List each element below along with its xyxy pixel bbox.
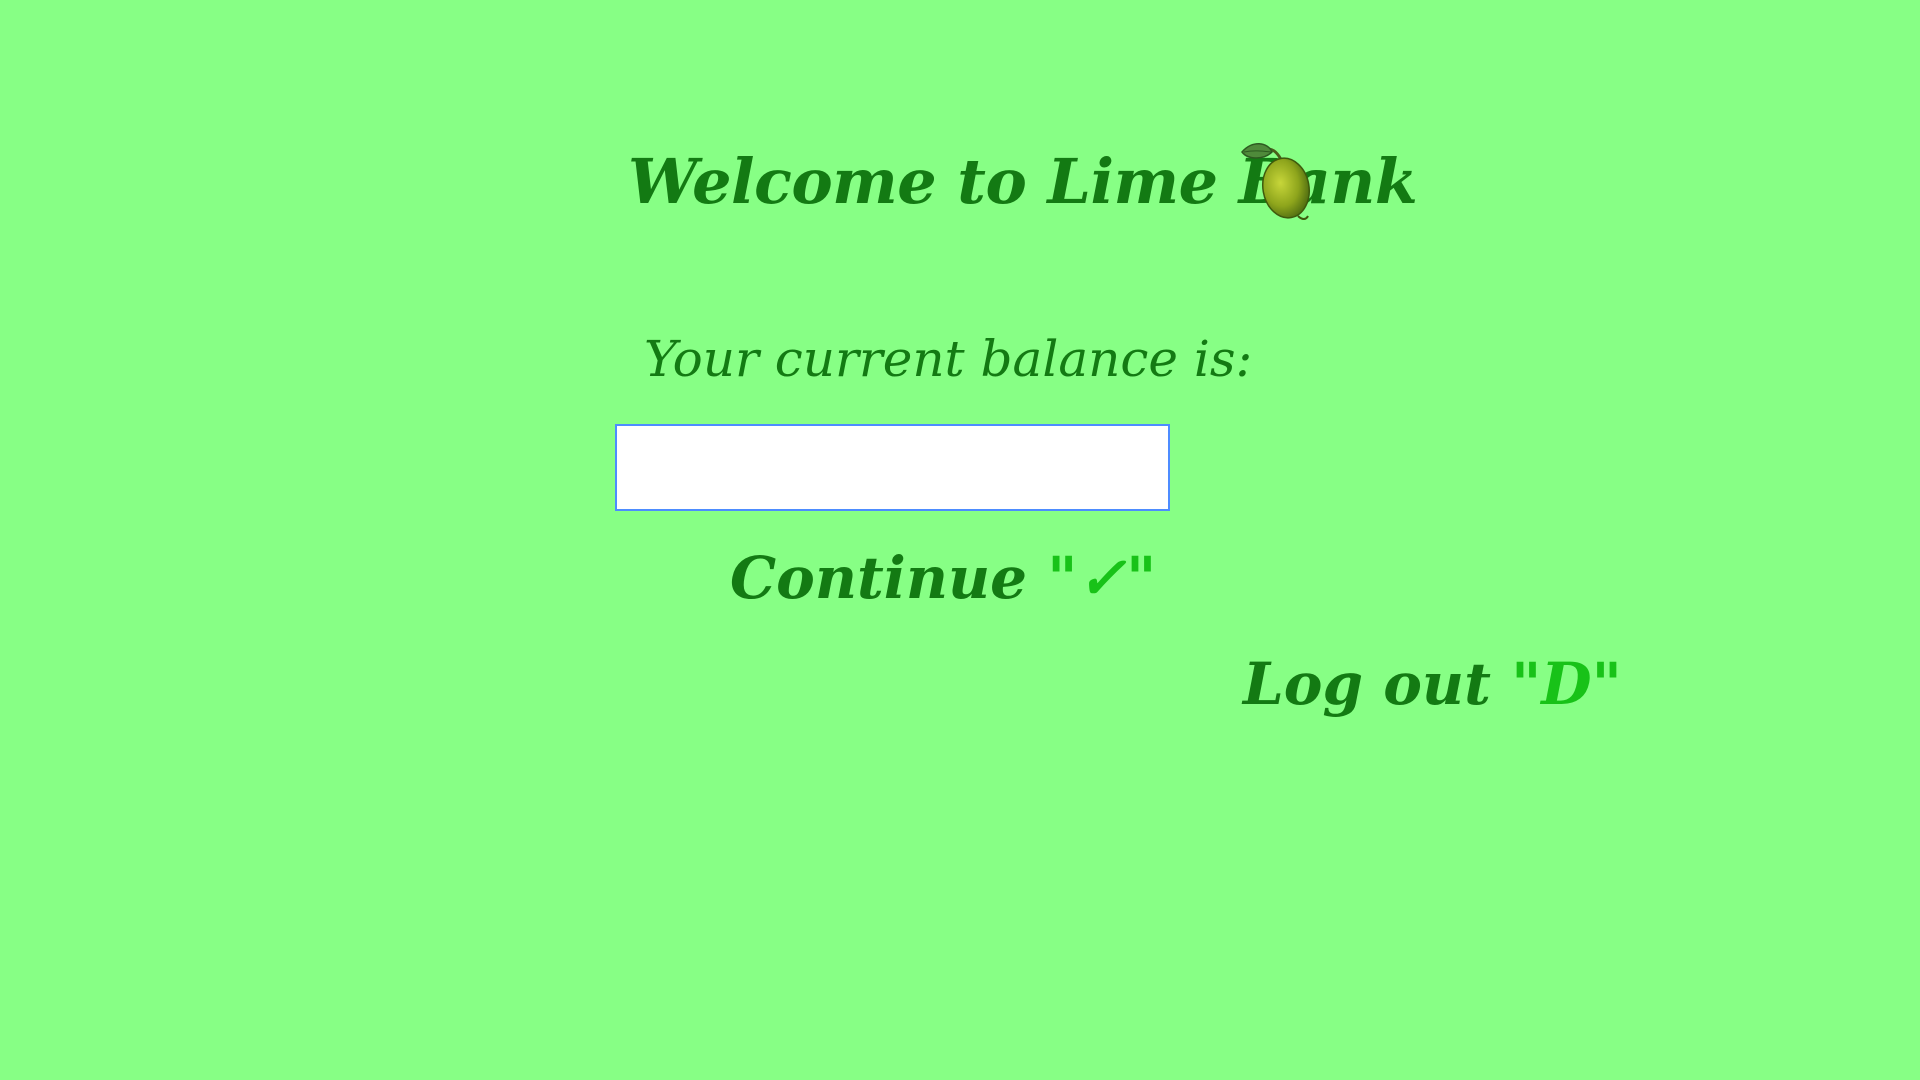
balance-label: Your current balance is: xyxy=(644,330,1253,388)
logout-button[interactable]: Log out "D" xyxy=(1243,646,1622,722)
continue-button[interactable]: Continue "✓" xyxy=(730,540,1156,616)
balance-field[interactable] xyxy=(615,424,1170,511)
lime-fruit-icon xyxy=(1241,143,1310,220)
continue-key-hint: "✓" xyxy=(1047,544,1157,612)
logout-label: Log out xyxy=(1243,650,1491,718)
continue-label: Continue xyxy=(730,544,1028,612)
logout-key-hint: "D" xyxy=(1511,650,1622,718)
